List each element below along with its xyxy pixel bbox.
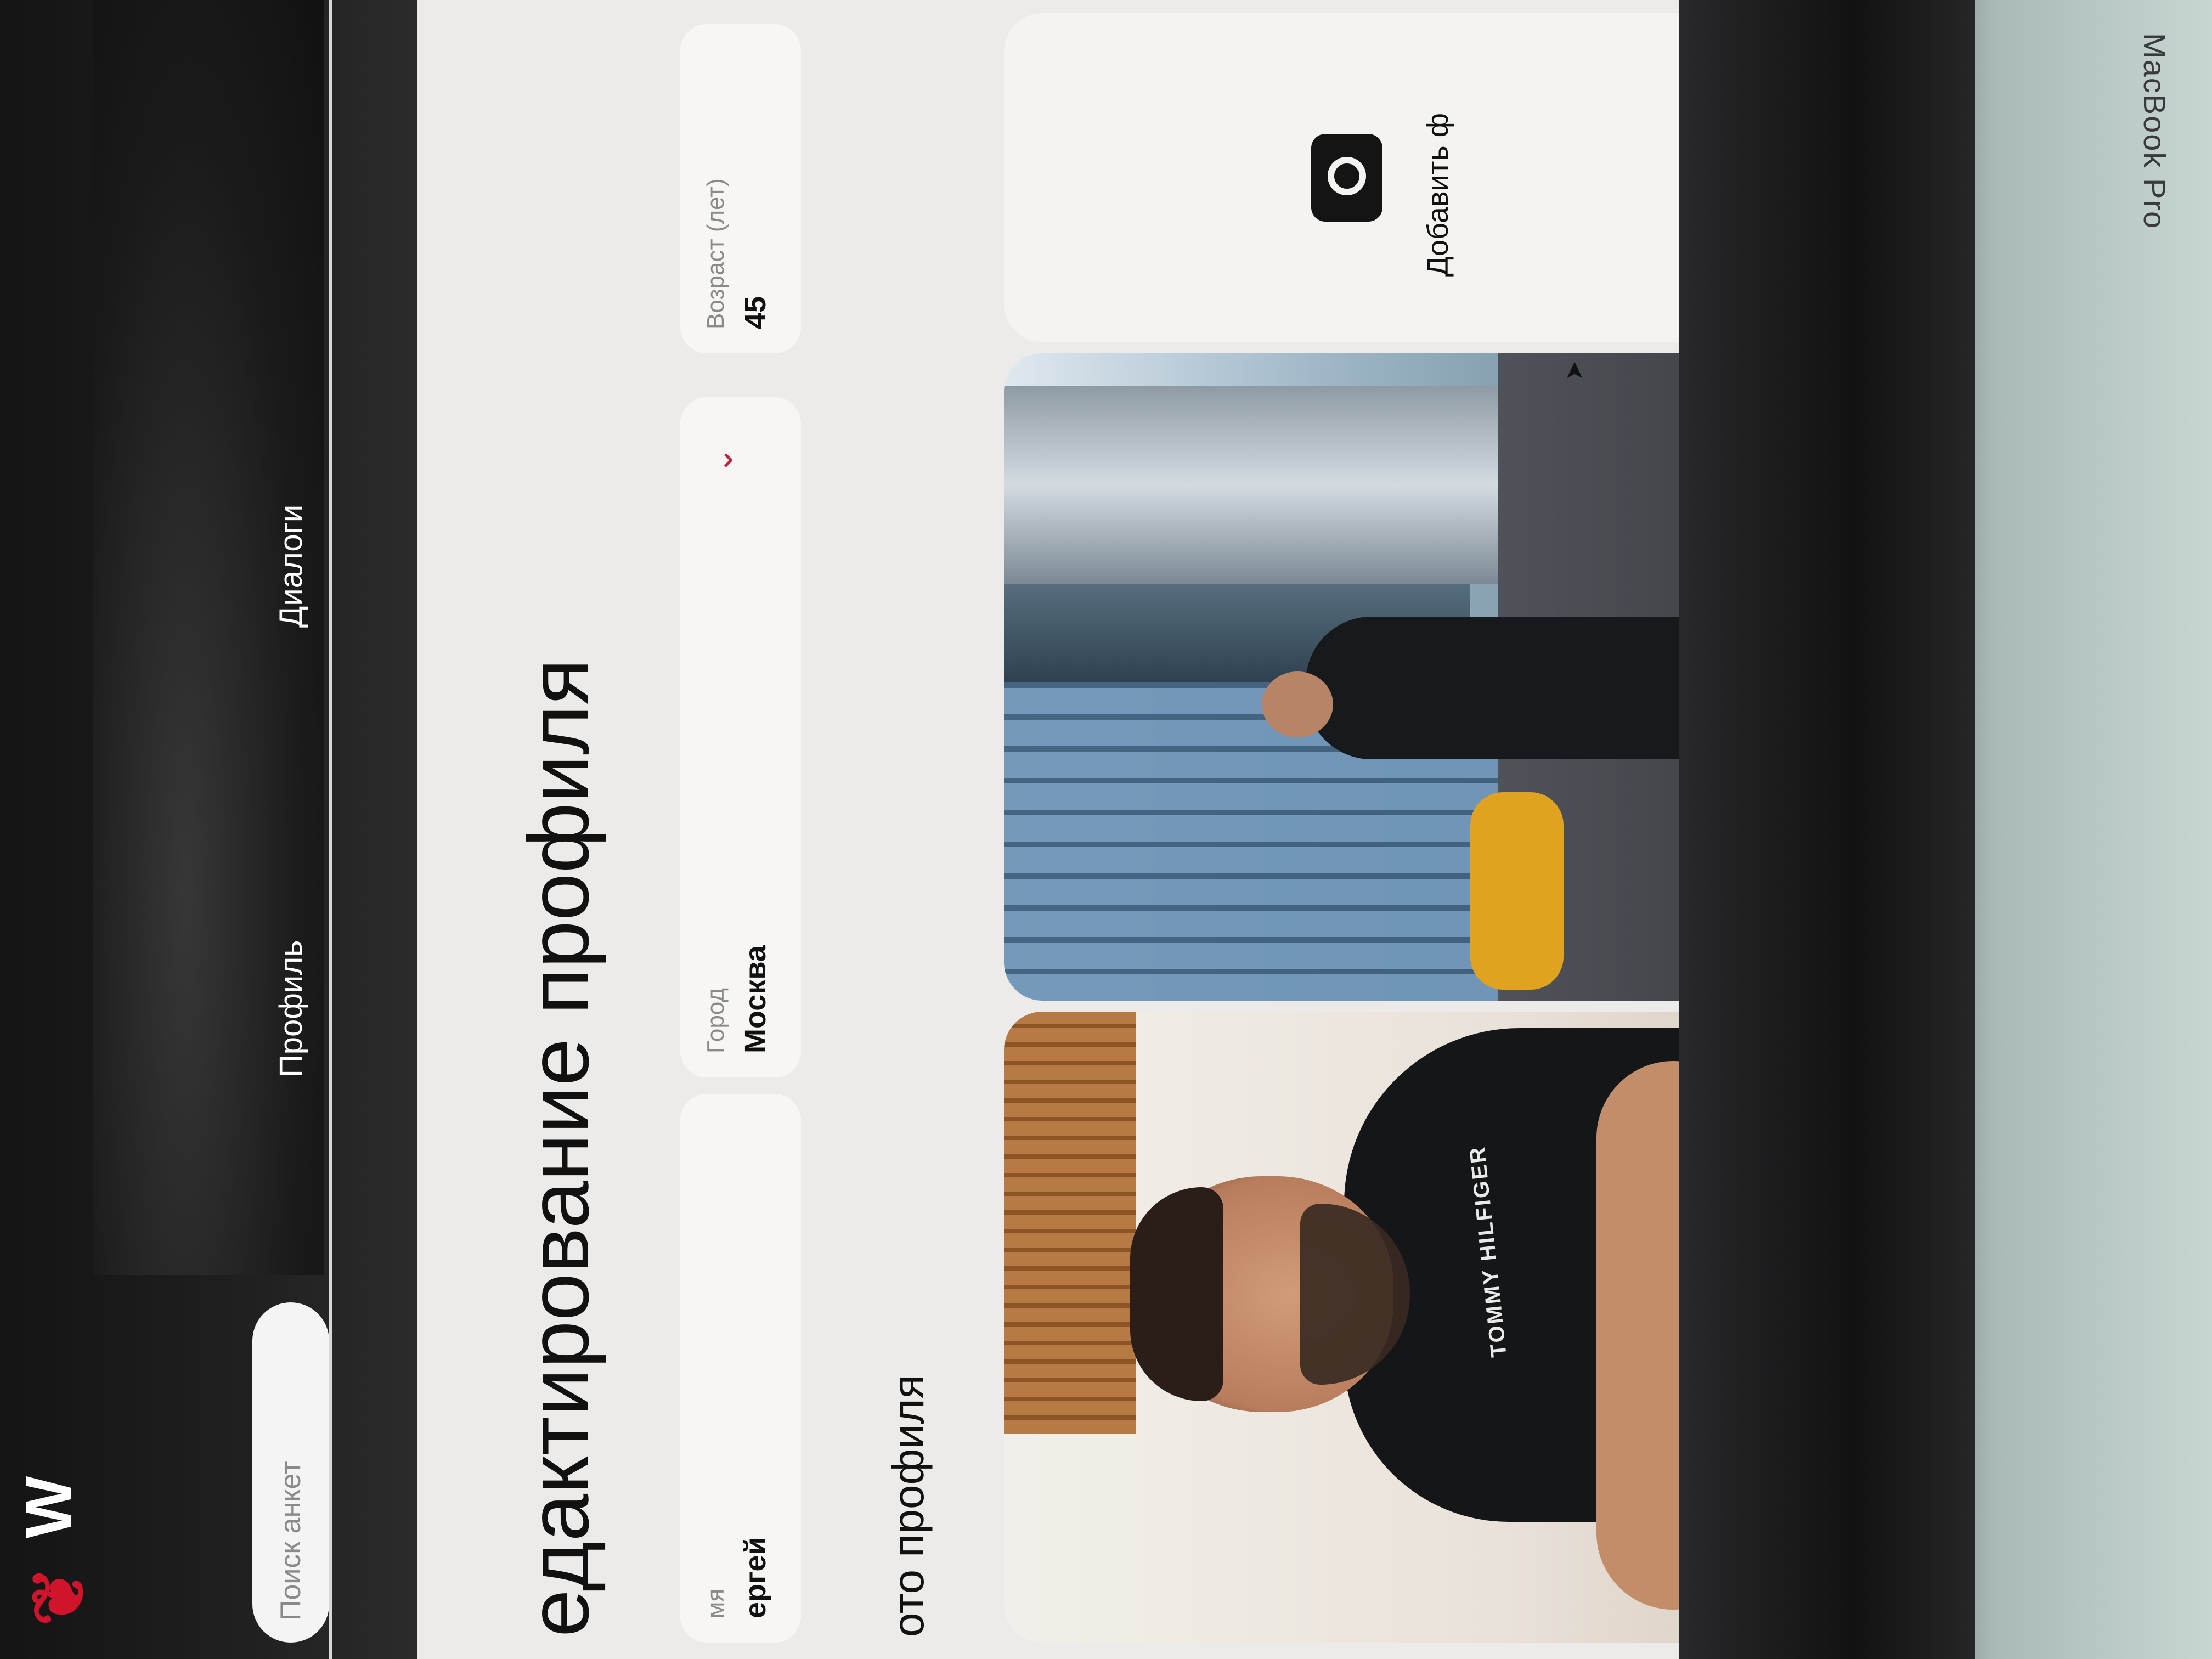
name-field-value: ергей <box>739 1537 772 1618</box>
photo-subject-suit <box>1306 617 1679 759</box>
photo-subject-arms <box>1596 1061 1679 1610</box>
city-select[interactable]: Город Москва ⌄ <box>680 397 801 1077</box>
city-field-label: Город <box>702 988 729 1053</box>
logo[interactable]: ❦ W <box>5 1476 104 1643</box>
city-field-value: Москва <box>739 945 772 1053</box>
name-field-label: мя <box>702 1588 729 1618</box>
photo-taxi <box>1470 792 1564 990</box>
age-field-label: Возраст (лет) <box>702 178 729 329</box>
photo-background <box>1004 1012 1136 1434</box>
profile-photo-2[interactable] <box>1004 353 1679 1001</box>
chevron-down-icon: ⌄ <box>702 446 741 474</box>
logo-icon: ❦ <box>16 1566 100 1626</box>
nav-profile[interactable]: Профиль <box>263 935 318 1077</box>
age-field-value: 45 <box>739 296 772 329</box>
profile-photo-1[interactable]: TOMMY HILFIGER 4 <box>1004 1012 1679 1643</box>
add-photo-label: Добавить ф <box>1421 112 1454 276</box>
photo-scene: MacBook Pro ❦ W Поиск анкет Профиль Диал… <box>0 0 2212 1659</box>
header-divider <box>329 0 332 1659</box>
cursor-icon: ➤ <box>1560 360 1588 381</box>
camera-lens-icon <box>1328 157 1366 195</box>
logo-text: W <box>12 1476 86 1538</box>
age-field[interactable]: Возраст (лет) 45 <box>680 24 801 353</box>
add-photo-button[interactable]: Добавить ф <box>1004 13 1679 342</box>
photo-subject-hair <box>1130 1187 1223 1401</box>
photo-subject-head <box>1262 672 1333 737</box>
search-input[interactable]: Поиск анкет <box>252 1302 329 1643</box>
name-field[interactable]: мя ергей <box>680 1094 801 1643</box>
header-background-image <box>93 0 324 1275</box>
laptop-screen: ❦ W Поиск анкет Профиль Диалоги едактиро… <box>0 0 1679 1659</box>
laptop-bezel <box>1668 0 1975 1659</box>
search-placeholder: Поиск анкет <box>275 1461 307 1621</box>
photo-skyscraper <box>1004 386 1498 584</box>
nav-dialogs[interactable]: Диалоги <box>263 485 318 628</box>
laptop-brand-text: MacBook Pro <box>2137 33 2172 230</box>
header-banner: ❦ W Поиск анкет Профиль Диалоги <box>0 0 417 1659</box>
page-title: едактирование профиля <box>511 658 607 1638</box>
photos-section-title: ото профиля <box>884 1374 933 1637</box>
